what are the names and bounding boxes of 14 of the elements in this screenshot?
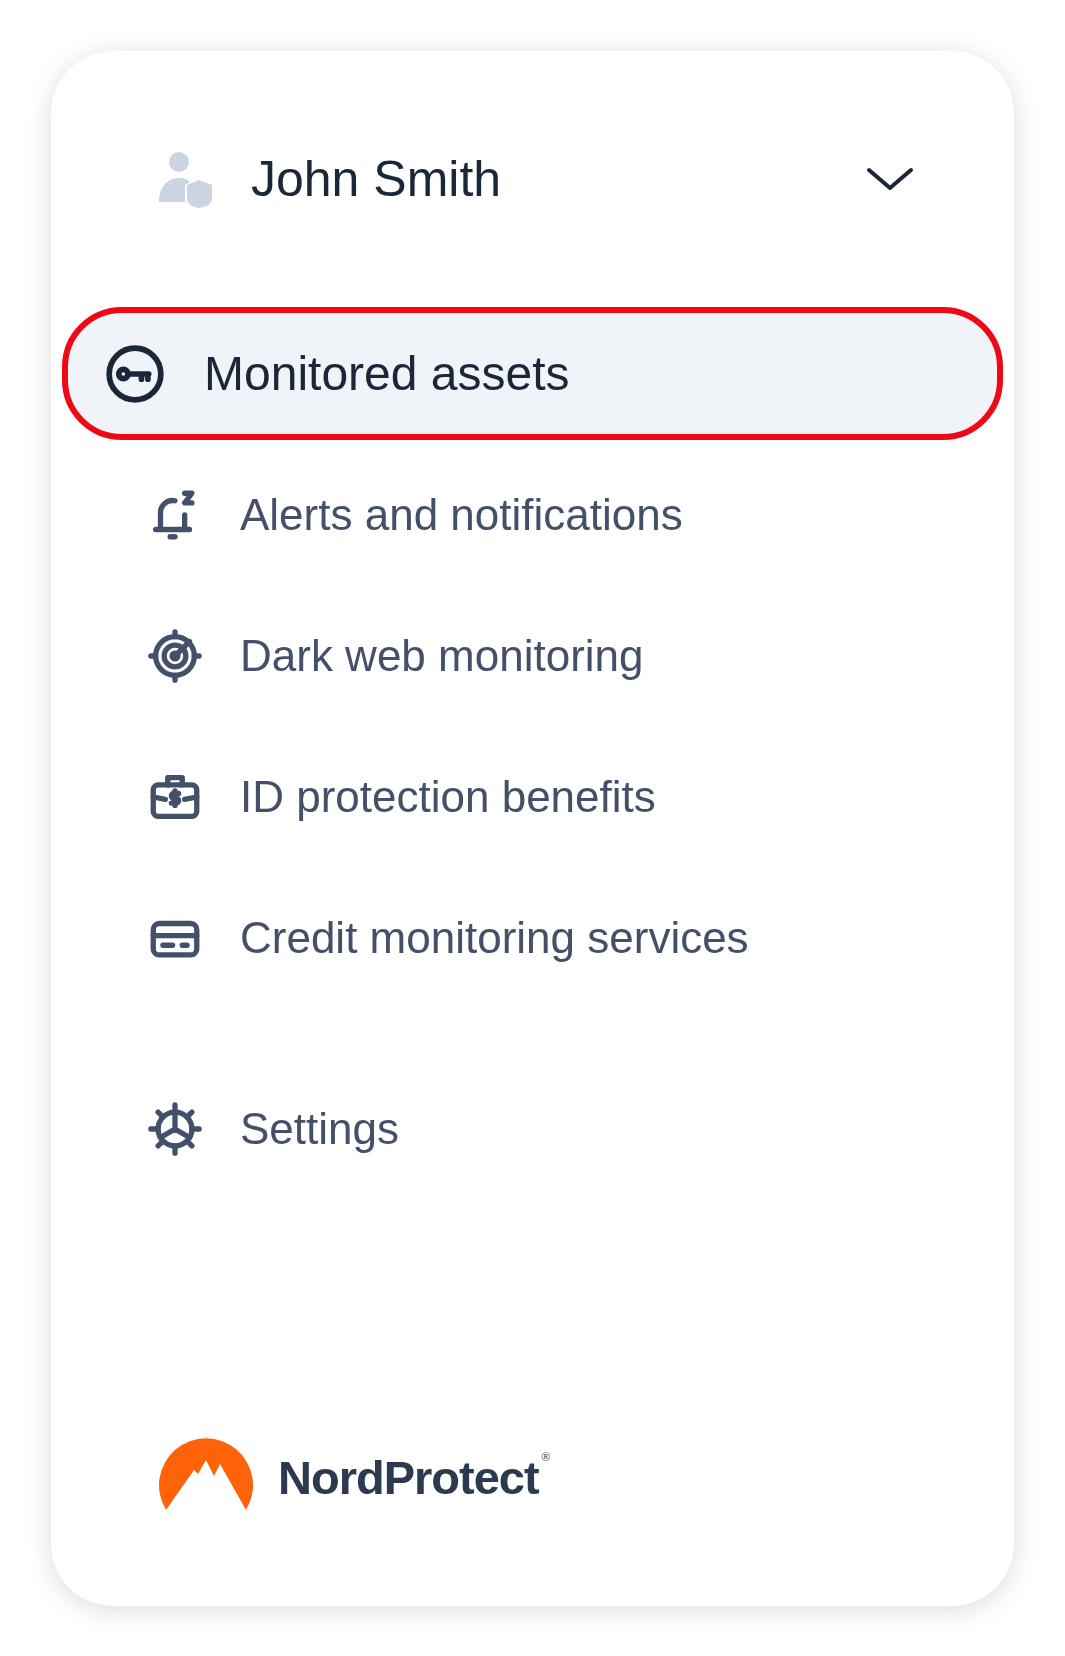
nav-item[interactable]: Settings [62,1058,1003,1199]
key-icon [104,342,166,405]
user-name: John Smith [251,150,503,208]
nav-item[interactable]: ID protection benefits [62,726,1003,867]
nav-item[interactable]: Alerts and notifications [62,444,1003,585]
brand-name: NordProtect® [278,1450,550,1505]
chevron-icon [866,166,914,192]
settings-icon [146,1099,204,1158]
nav-item[interactable]: Credit monitoring services [62,867,1003,1008]
target-icon [146,626,204,685]
nav-item[interactable]: Monitored assets [62,307,1003,440]
user-avatar-icon [159,150,213,208]
logo-icon [158,1436,254,1512]
nav-item[interactable]: Dark web monitoring [62,585,1003,726]
